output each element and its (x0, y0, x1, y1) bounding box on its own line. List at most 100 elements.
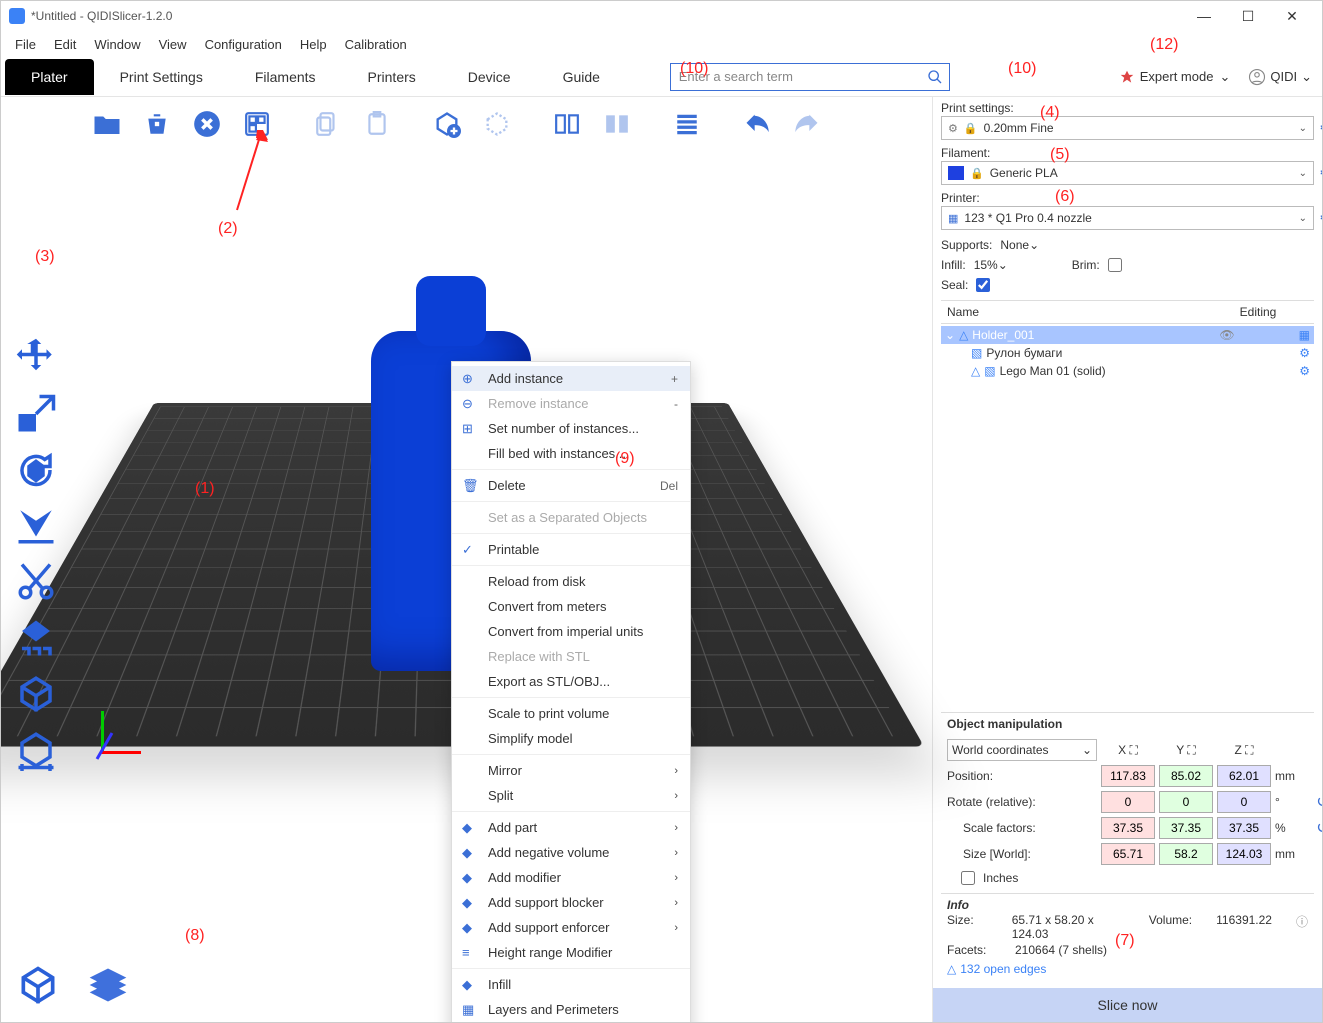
seal-checkbox[interactable] (976, 278, 990, 292)
gear-icon[interactable]: ⚙ (1319, 165, 1322, 181)
menu-file[interactable]: File (7, 33, 44, 56)
edit-icon[interactable]: ▦ (1299, 328, 1310, 342)
position-z[interactable] (1217, 765, 1271, 787)
context-menu-item[interactable]: ⊞Set number of instances... (452, 416, 690, 441)
rotate-y[interactable] (1159, 791, 1213, 813)
menu-help[interactable]: Help (292, 33, 335, 56)
gear-icon[interactable]: ⚙ (1299, 364, 1310, 378)
position-y[interactable] (1159, 765, 1213, 787)
context-menu-item[interactable]: ▦Layers and Perimeters (452, 997, 690, 1022)
print-settings-combo[interactable]: ⚙ 🔒 0.20mm Fine ⌄ ⚙ (941, 116, 1314, 140)
supports-combo[interactable]: None⌄ (1000, 238, 1314, 252)
copy-button[interactable] (306, 103, 348, 145)
coordinate-system-combo[interactable]: World coordinates⌄ (947, 739, 1097, 761)
context-menu-item[interactable]: Export as STL/OBJ... (452, 669, 690, 694)
size-x[interactable] (1101, 843, 1155, 865)
tab-guide[interactable]: Guide (537, 59, 626, 95)
split-parts-button[interactable] (596, 103, 638, 145)
context-menu-item[interactable]: ◆Add negative volume› (452, 840, 690, 865)
view-preview-button[interactable] (79, 956, 137, 1014)
place-on-face-tool[interactable] (9, 499, 63, 553)
scale-tool[interactable] (9, 387, 63, 441)
paste-button[interactable] (356, 103, 398, 145)
menu-calibration[interactable]: Calibration (337, 33, 415, 56)
delete-button[interactable] (136, 103, 178, 145)
slice-now-button[interactable]: Slice now (933, 988, 1322, 1022)
context-menu-item[interactable]: Convert from meters (452, 594, 690, 619)
maximize-button[interactable]: ☐ (1226, 2, 1270, 30)
reset-scale-button[interactable]: ↺ (1311, 818, 1322, 838)
context-menu-item[interactable]: Convert from imperial units (452, 619, 690, 644)
infill-combo[interactable]: 15%⌄ (974, 258, 1044, 272)
tree-item[interactable]: ▧ Рулон бумаги ⚙ (941, 344, 1314, 362)
view-3d-button[interactable] (9, 956, 67, 1014)
paint-support-tool[interactable] (9, 611, 63, 665)
filament-combo[interactable]: 🔒 Generic PLA ⌄ ⚙ (941, 161, 1314, 185)
remove-instance-button[interactable] (476, 103, 518, 145)
redo-button[interactable] (786, 103, 828, 145)
tab-device[interactable]: Device (442, 59, 537, 95)
rotate-tool[interactable] (9, 443, 63, 497)
undo-button[interactable] (736, 103, 778, 145)
size-y[interactable] (1159, 843, 1213, 865)
context-menu-item[interactable]: ⊕Add instance+ (452, 366, 690, 391)
context-menu-item[interactable]: ◆Infill (452, 972, 690, 997)
menu-view[interactable]: View (151, 33, 195, 56)
account-menu[interactable]: QIDI ⌄ (1248, 68, 1312, 86)
context-menu-item[interactable]: Mirror› (452, 758, 690, 783)
context-menu-item[interactable]: ◆Add support blocker› (452, 890, 690, 915)
mode-selector[interactable]: Expert mode ⌄ (1120, 69, 1231, 85)
menu-configuration[interactable]: Configuration (197, 33, 290, 56)
warning-open-edges[interactable]: △ 132 open edges (947, 962, 1308, 976)
scale-x[interactable] (1101, 817, 1155, 839)
menu-window[interactable]: Window (86, 33, 148, 56)
context-menu-item[interactable]: ◆Add support enforcer› (452, 915, 690, 940)
close-button[interactable]: ✕ (1270, 2, 1314, 30)
rotate-z[interactable] (1217, 791, 1271, 813)
context-menu-item[interactable]: ◆Add part› (452, 815, 690, 840)
context-menu-item[interactable]: Simplify model (452, 726, 690, 751)
measure-tool[interactable] (9, 723, 63, 777)
context-menu-item[interactable]: 🗑DeleteDel (452, 473, 690, 498)
info-icon[interactable]: ⓘ (1296, 913, 1308, 941)
tab-plater[interactable]: Plater (5, 59, 94, 95)
rotate-x[interactable] (1101, 791, 1155, 813)
tree-item[interactable]: △ ▧ Lego Man 01 (solid) ⚙ (941, 362, 1314, 380)
context-menu-item[interactable]: Reload from disk (452, 569, 690, 594)
scale-z[interactable] (1217, 817, 1271, 839)
gear-icon[interactable]: ⚙ (1319, 210, 1322, 226)
tab-printers[interactable]: Printers (342, 59, 442, 95)
cut-tool[interactable] (9, 555, 63, 609)
context-menu-item[interactable]: ✓Printable (452, 537, 690, 562)
3d-viewport[interactable]: ⊕Add instance+⊖Remove instance-⊞Set numb… (1, 151, 932, 1022)
tree-item[interactable]: ⌄ △ Holder_001 👁 ▦ (941, 326, 1314, 344)
open-button[interactable] (86, 103, 128, 145)
clear-button[interactable] (186, 103, 228, 145)
context-menu-item[interactable]: ◆Add modifier› (452, 865, 690, 890)
tab-print-settings[interactable]: Print Settings (94, 59, 229, 95)
context-menu-item[interactable]: Scale to print volume (452, 701, 690, 726)
move-tool[interactable] (9, 331, 63, 385)
arrange-button[interactable] (236, 103, 278, 145)
reset-rotate-button[interactable]: ↺ (1311, 792, 1322, 812)
seam-tool[interactable] (9, 667, 63, 721)
visibility-icon[interactable]: 👁 (1219, 328, 1234, 342)
printer-combo[interactable]: ▦ 123 * Q1 Pro 0.4 nozzle ⌄ ⚙ (941, 206, 1314, 230)
scale-y[interactable] (1159, 817, 1213, 839)
gear-icon[interactable]: ⚙ (1299, 346, 1310, 360)
gear-icon[interactable]: ⚙ (1319, 120, 1322, 136)
position-x[interactable] (1101, 765, 1155, 787)
search-input[interactable]: Enter a search term (670, 63, 950, 91)
context-menu-item[interactable]: Fill bed with instances... (452, 441, 690, 466)
size-z[interactable] (1217, 843, 1271, 865)
tab-filaments[interactable]: Filaments (229, 59, 342, 95)
menu-edit[interactable]: Edit (46, 33, 84, 56)
variable-layer-button[interactable] (666, 103, 708, 145)
split-objects-button[interactable] (546, 103, 588, 145)
context-menu-item[interactable]: ≡Height range Modifier (452, 940, 690, 965)
inches-checkbox[interactable] (961, 871, 975, 885)
add-instance-button[interactable] (426, 103, 468, 145)
expand-icon[interactable]: ⌄ (945, 328, 955, 342)
brim-checkbox[interactable] (1108, 258, 1122, 272)
minimize-button[interactable]: — (1182, 2, 1226, 30)
